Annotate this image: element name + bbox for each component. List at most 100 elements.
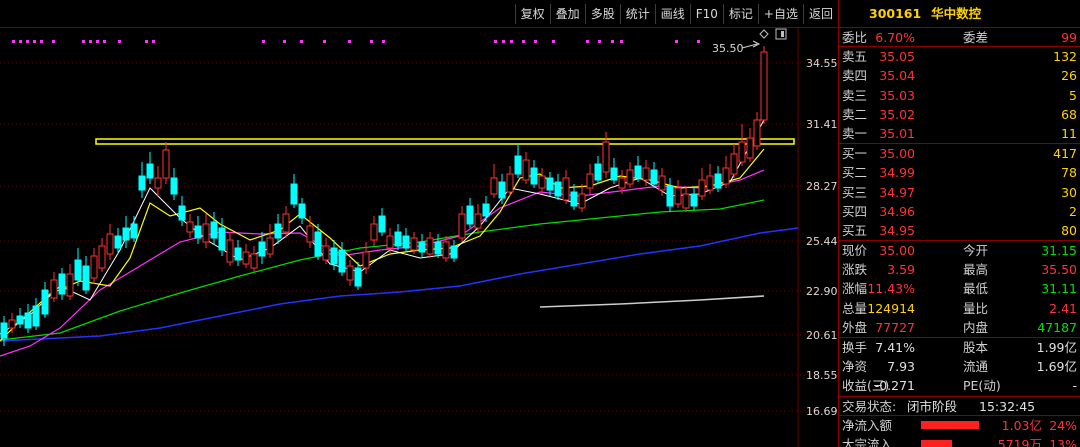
weibi-value: 6.70%: [875, 30, 915, 45]
status-state: 闭市阶段: [907, 398, 958, 414]
buy-row-5: 买五 34.95 80: [839, 221, 1080, 240]
flow-label: 净流入额: [842, 417, 893, 433]
candle-up: [760, 51, 768, 121]
sell-volume: 11: [1061, 125, 1077, 141]
stat-value: 77727: [875, 319, 915, 335]
signal-dot: [510, 40, 513, 43]
stat-label: 量比: [963, 300, 989, 316]
back-button[interactable]: 返回: [802, 3, 838, 24]
buy-price: 34.99: [879, 165, 915, 181]
candle-down: [74, 259, 82, 281]
candle-down: [514, 155, 522, 175]
stat-value: 35.50: [1041, 262, 1077, 278]
candle-up: [362, 251, 370, 269]
sell-volume: 5: [1069, 87, 1077, 103]
fund-value: 1.69亿: [1036, 359, 1077, 375]
resistance-line-box[interactable]: [95, 138, 795, 145]
signal-dot: [96, 40, 99, 43]
sell-price: 35.03: [879, 87, 915, 103]
kline-chart-area[interactable]: 复权 叠加 多股 统计 画线 F10 标记 +自选 返回 34.55 31.41 2…: [0, 0, 838, 447]
candle-down: [714, 173, 722, 189]
stat-label: 外盘: [842, 319, 868, 335]
candle-up: [202, 223, 210, 243]
candle-up: [682, 193, 690, 209]
candle-down: [24, 312, 32, 329]
high-price-label: 35.50: [712, 42, 744, 55]
candle-up: [442, 241, 450, 259]
candle-down: [298, 203, 306, 219]
candle-up: [746, 137, 754, 159]
signal-dot: [82, 40, 85, 43]
statistics-button[interactable]: 统计: [619, 3, 655, 24]
candle-up: [490, 177, 498, 195]
sell-label: 卖二: [842, 106, 868, 122]
candle-down: [650, 169, 658, 185]
candle-up: [370, 223, 378, 241]
signal-dot: [611, 40, 614, 43]
multi-stock-button[interactable]: 多股: [584, 3, 620, 24]
fund-value: 7.93: [887, 359, 915, 375]
ma250-line: [539, 295, 765, 308]
signal-dot: [598, 40, 601, 43]
candle-up: [698, 179, 706, 197]
status-time: 15:32:45: [979, 398, 1036, 414]
diamond-icon[interactable]: [759, 29, 769, 39]
buy-volume: 78: [1061, 165, 1077, 181]
stock-code: 300161: [869, 6, 922, 21]
sell-label: 卖一: [842, 125, 868, 141]
candle-down: [554, 181, 562, 197]
price-tick: 18.55: [806, 369, 838, 382]
candle-down: [498, 181, 506, 199]
stat-label: 今开: [963, 243, 989, 259]
candle-down: [218, 227, 226, 251]
sell-volume: 132: [1053, 49, 1077, 65]
stock-header[interactable]: 300161 华中数控: [839, 0, 1080, 28]
candle-up: [322, 245, 330, 261]
quote-stats: 现价 35.00 今开 31.15 涨跌 3.59 最高 35.50 涨幅 11.43% 最低 3…: [839, 241, 1080, 338]
buy-label: 买三: [842, 184, 868, 200]
chart-corner-icons[interactable]: [759, 28, 787, 40]
buy-row-2: 买二 34.99 78: [839, 163, 1080, 182]
flow-value: 1.03亿: [1001, 417, 1042, 433]
candle-up: [250, 253, 258, 269]
fund-row-turnover: 换手 7.41% 股本 1.99亿: [839, 338, 1080, 357]
candle-down: [594, 163, 602, 181]
overlay-button[interactable]: 叠加: [549, 3, 585, 24]
price-tick: 16.69: [806, 405, 838, 418]
net-inflow-row: 净流入额 1.03亿 24%: [839, 416, 1080, 435]
price-tick: 25.44: [806, 235, 838, 248]
candle-up: [578, 193, 586, 209]
candle-up: [538, 175, 546, 189]
fuquan-button[interactable]: 复权: [514, 3, 550, 24]
price-tick: 28.27: [806, 180, 838, 193]
weibi-label: 委比: [842, 30, 868, 45]
candle-down: [530, 167, 538, 185]
candlestick-chart[interactable]: 34.55 31.41 28.27 25.44 22.90 20.61 18.55 16.69…: [0, 28, 838, 447]
candle-down: [82, 265, 90, 291]
draw-line-button[interactable]: 画线: [654, 3, 690, 24]
sell-volume: 68: [1061, 106, 1077, 122]
signal-dot: [19, 40, 22, 43]
sell-price: 35.01: [879, 125, 915, 141]
sell-label: 卖三: [842, 87, 868, 103]
ma20-line: [0, 169, 765, 357]
fund-label: 换手: [842, 340, 868, 355]
sell-orders: 卖五 35.05 132 卖四 35.04 26 卖三 35.03 5 卖二 35.02 68 …: [839, 47, 1080, 145]
quote-row-change: 涨跌 3.59 最高 35.50: [839, 260, 1080, 279]
mark-button[interactable]: 标记: [722, 3, 758, 24]
quote-panel: 300161 华中数控 委比 6.70% 委差 99 卖五 35.05 132 卖四…: [838, 0, 1080, 447]
sell-row-1: 卖一 35.01 11: [839, 124, 1080, 143]
f10-button[interactable]: F10: [689, 3, 723, 24]
signal-dot: [552, 40, 555, 43]
signal-dot: [494, 40, 497, 43]
candle-up: [266, 237, 274, 255]
buy-volume: 417: [1053, 146, 1077, 162]
quote-row-price: 现价 35.00 今开 31.15: [839, 241, 1080, 260]
signal-dot: [262, 40, 265, 43]
candles: [0, 46, 768, 346]
sell-row-2: 卖二 35.02 68: [839, 105, 1080, 124]
add-watchlist-button[interactable]: +自选: [757, 3, 803, 24]
stat-label: 涨跌: [842, 262, 868, 278]
candle-up: [586, 173, 594, 189]
candle-down: [194, 225, 202, 239]
